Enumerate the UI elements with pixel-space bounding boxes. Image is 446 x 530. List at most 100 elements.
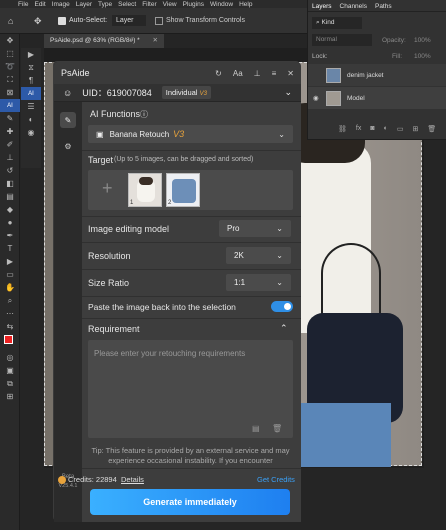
- move-tool-icon[interactable]: ✥: [0, 34, 20, 47]
- shape-tool-icon[interactable]: ▭: [0, 268, 20, 281]
- hand-tool-icon[interactable]: ✋: [0, 281, 20, 294]
- edit-icon[interactable]: ✎: [60, 112, 76, 128]
- layer-thumbnail: [326, 67, 341, 83]
- layer-row[interactable]: ◉ Model: [308, 87, 446, 109]
- document-tab[interactable]: PsAide.psd @ 63% (RGB/8#) * ✕: [44, 34, 164, 48]
- stamp-tool-icon[interactable]: ⊥: [0, 151, 20, 164]
- history-brush-icon[interactable]: ↺: [0, 164, 20, 177]
- trash-icon[interactable]: 🗑: [427, 125, 436, 133]
- chevron-down-icon[interactable]: ⌄: [284, 87, 292, 98]
- tab-layers[interactable]: Layers: [312, 3, 332, 10]
- transform-checkbox[interactable]: [155, 17, 163, 25]
- more-tools-icon[interactable]: ⋯: [0, 307, 20, 320]
- quick-mask-icon[interactable]: ◎: [0, 351, 20, 364]
- marquee-tool-icon[interactable]: ⬚: [0, 47, 20, 60]
- menu-icon[interactable]: ≡: [272, 69, 277, 78]
- info-icon[interactable]: ◉: [21, 126, 41, 139]
- details-link[interactable]: Details: [121, 475, 144, 484]
- artboard-icon[interactable]: ⧉: [0, 377, 20, 390]
- close-icon[interactable]: ✕: [287, 69, 294, 78]
- user-icon[interactable]: ☺: [63, 88, 72, 98]
- paragraph-icon[interactable]: ¶: [21, 74, 41, 87]
- new-layer-icon[interactable]: ⊞: [412, 125, 418, 133]
- gradient-tool-icon[interactable]: ▤: [0, 190, 20, 203]
- brush-tool-icon[interactable]: ✐: [0, 138, 20, 151]
- fill-value[interactable]: 100%: [414, 53, 431, 60]
- adjust-icon[interactable]: ☰: [21, 100, 41, 113]
- healing-tool-icon[interactable]: ✚: [0, 125, 20, 138]
- screen-mode-icon[interactable]: ▣: [0, 364, 20, 377]
- chevron-up-icon[interactable]: ⌃: [280, 323, 288, 334]
- get-credits-link[interactable]: Get Credits: [257, 475, 295, 484]
- tab-paths[interactable]: Paths: [375, 3, 392, 10]
- target-dropzone[interactable]: + 1 2: [88, 170, 293, 210]
- frame-tool-icon[interactable]: ⊠: [0, 86, 20, 99]
- tab-channels[interactable]: Channels: [340, 3, 367, 10]
- properties-icon[interactable]: ◐: [21, 113, 41, 126]
- document-tab-title: PsAide.psd @ 63% (RGB/8#) *: [50, 37, 140, 44]
- move-tool-icon[interactable]: ✥: [34, 16, 42, 27]
- menu-edit[interactable]: Edit: [34, 1, 45, 8]
- ai-tool-icon[interactable]: AI: [0, 99, 20, 112]
- image-icon: ▣: [96, 129, 104, 139]
- target-thumbnail[interactable]: 1: [128, 173, 162, 207]
- close-tab-icon[interactable]: ✕: [153, 36, 158, 44]
- pin-icon[interactable]: ⊥: [254, 69, 261, 78]
- refresh-icon[interactable]: ↻: [215, 69, 222, 78]
- paste-back-toggle[interactable]: [271, 301, 293, 312]
- zoom-tool-icon[interactable]: ⌕: [0, 294, 20, 307]
- auto-select-checkbox[interactable]: [58, 17, 66, 25]
- mask-icon[interactable]: ◙: [370, 125, 374, 133]
- trash-icon[interactable]: 🗑: [272, 424, 282, 433]
- eyedropper-tool-icon[interactable]: ✎: [0, 112, 20, 125]
- history-icon[interactable]: ⧖: [21, 61, 41, 74]
- eraser-tool-icon[interactable]: ◧: [0, 177, 20, 190]
- target-thumbnail[interactable]: 2: [166, 173, 200, 207]
- folder-icon[interactable]: ▭: [397, 125, 404, 133]
- requirement-textarea[interactable]: Please enter your retouching requirement…: [88, 340, 293, 438]
- color-swatches[interactable]: [0, 333, 20, 351]
- swap-colors-icon[interactable]: ⇆: [0, 320, 20, 333]
- menu-image[interactable]: Image: [52, 1, 70, 8]
- menu-window[interactable]: Window: [210, 1, 233, 8]
- menu-view[interactable]: View: [163, 1, 177, 8]
- opacity-value[interactable]: 100%: [414, 37, 431, 44]
- ai-function-select[interactable]: ▣ Banana Retouch V3 ⌄: [88, 125, 293, 143]
- history-list-icon[interactable]: ▤: [252, 424, 260, 433]
- link-icon[interactable]: ⛓: [338, 125, 347, 133]
- menu-layer[interactable]: Layer: [76, 1, 92, 8]
- eye-icon[interactable]: ◉: [313, 94, 319, 102]
- menu-type[interactable]: Type: [98, 1, 112, 8]
- home-icon[interactable]: ⌂: [8, 16, 13, 26]
- menu-select[interactable]: Select: [118, 1, 136, 8]
- generate-button[interactable]: Generate immediately: [90, 489, 290, 515]
- fx-icon[interactable]: fx: [356, 125, 361, 133]
- auto-select-dropdown[interactable]: Layer: [112, 15, 146, 26]
- menu-plugins[interactable]: Plugins: [183, 1, 204, 8]
- type-tool-icon[interactable]: T: [0, 242, 20, 255]
- model-select[interactable]: Pro ⌄: [219, 220, 291, 237]
- menu-file[interactable]: File: [18, 1, 28, 8]
- font-size-icon[interactable]: Aa: [233, 69, 243, 78]
- menu-filter[interactable]: Filter: [142, 1, 156, 8]
- resolution-select[interactable]: 2K ⌄: [226, 247, 291, 264]
- settings-icon[interactable]: ⚙: [60, 138, 76, 154]
- layer-filter-dropdown[interactable]: ⌕ Kind: [312, 17, 362, 29]
- path-select-icon[interactable]: ▶: [0, 255, 20, 268]
- info-icon[interactable]: ⓘ: [140, 109, 148, 120]
- layer-row[interactable]: denim jacket: [308, 64, 446, 86]
- layers-tabs: Layers Channels Paths: [308, 0, 446, 12]
- blur-tool-icon[interactable]: ◆: [0, 203, 20, 216]
- menu-help[interactable]: Help: [239, 1, 252, 8]
- adjustment-icon[interactable]: ◐: [384, 125, 388, 133]
- crop-tool-icon[interactable]: ⛶: [0, 73, 20, 86]
- ai-plugin-icon[interactable]: AI: [21, 87, 41, 100]
- dodge-tool-icon[interactable]: ●: [0, 216, 20, 229]
- add-image-icon[interactable]: +: [102, 178, 113, 199]
- lasso-tool-icon[interactable]: ➰: [0, 60, 20, 73]
- play-icon[interactable]: ▶: [21, 48, 41, 61]
- pen-tool-icon[interactable]: ✒: [0, 229, 20, 242]
- blend-mode-dropdown[interactable]: Normal: [312, 34, 372, 46]
- share-icon[interactable]: ⊞: [0, 390, 20, 403]
- ratio-select[interactable]: 1:1 ⌄: [226, 274, 291, 291]
